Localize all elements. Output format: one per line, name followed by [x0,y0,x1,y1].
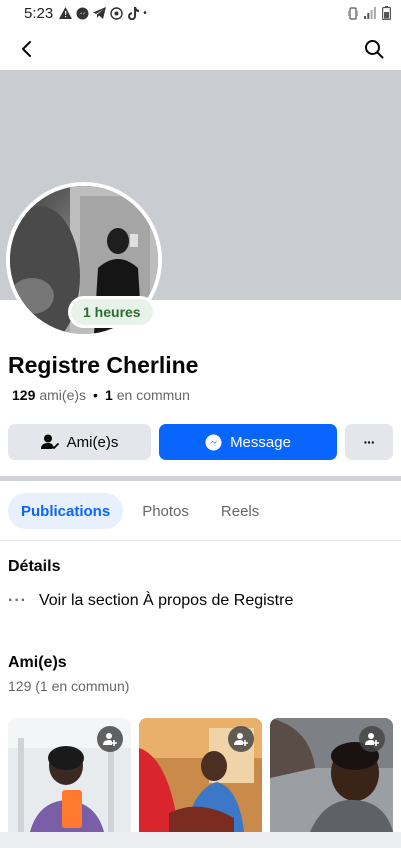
tiktok-icon [128,6,140,20]
top-bar [0,28,401,70]
search-icon[interactable] [359,34,389,64]
warning-icon [59,7,73,19]
profile-name: Registre Cherline [8,352,199,378]
friend-card[interactable] [270,718,393,832]
mutual-count: 1 [104,387,113,403]
status-bar: 5:23 • [0,0,401,26]
tab-publications[interactable]: Publications [8,493,124,529]
more-icon: ··· [363,434,376,450]
add-friend-icon[interactable] [228,726,254,752]
status-time: 5:23 [24,4,54,22]
friend-card[interactable] [139,718,262,832]
add-friend-icon[interactable] [97,726,123,752]
tabs-divider [0,540,401,541]
more-options-button[interactable]: ··· [345,424,393,460]
vibrate-icon [348,6,358,20]
section-divider [0,476,401,481]
back-arrow-icon[interactable] [12,34,42,64]
friends-section-title: Ami(e)s [8,654,67,671]
battery-icon [382,6,391,20]
separator: • [93,387,98,403]
friend-cards [8,718,393,832]
message-button[interactable]: Message [159,424,337,460]
bottom-navigation-area [0,832,401,848]
friend-card[interactable] [8,718,131,832]
friends-button-label: Ami(e)s [66,433,119,451]
profile-tabs: Publications Photos Reels [8,493,272,529]
mutual-label: en commun [116,387,190,403]
signal-icon [364,7,376,19]
status-badge: 1 heures [68,296,156,328]
notification-icons: • [59,6,147,20]
whatsapp-icon [110,6,123,20]
details-item-label: Voir la section À propos de Registre [38,592,294,609]
messenger-icon [76,7,89,19]
add-friend-icon[interactable] [359,726,385,752]
details-title: Détails [8,558,61,575]
dot-icon: • [143,7,147,19]
friends-section-count: 129 (1 en commun) [8,678,130,694]
telegram-icon [93,7,107,19]
friend-check-icon [40,434,59,450]
friends-summary: 129 ami(e)s • 1 en commun [12,387,190,403]
profile-actions: Ami(e)s Message ··· [8,424,393,460]
friends-count: 129 [12,387,36,403]
tab-reels[interactable]: Reels [208,493,272,529]
message-button-label: Message [230,433,291,451]
more-dots-icon: ··· [8,592,27,609]
friends-label: ami(e)s [39,387,87,403]
tab-photos[interactable]: Photos [129,493,202,529]
details-about-link[interactable]: ··· Voir la section À propos de Registre [8,592,293,610]
messenger-icon [205,434,222,450]
friends-button[interactable]: Ami(e)s [8,424,151,460]
